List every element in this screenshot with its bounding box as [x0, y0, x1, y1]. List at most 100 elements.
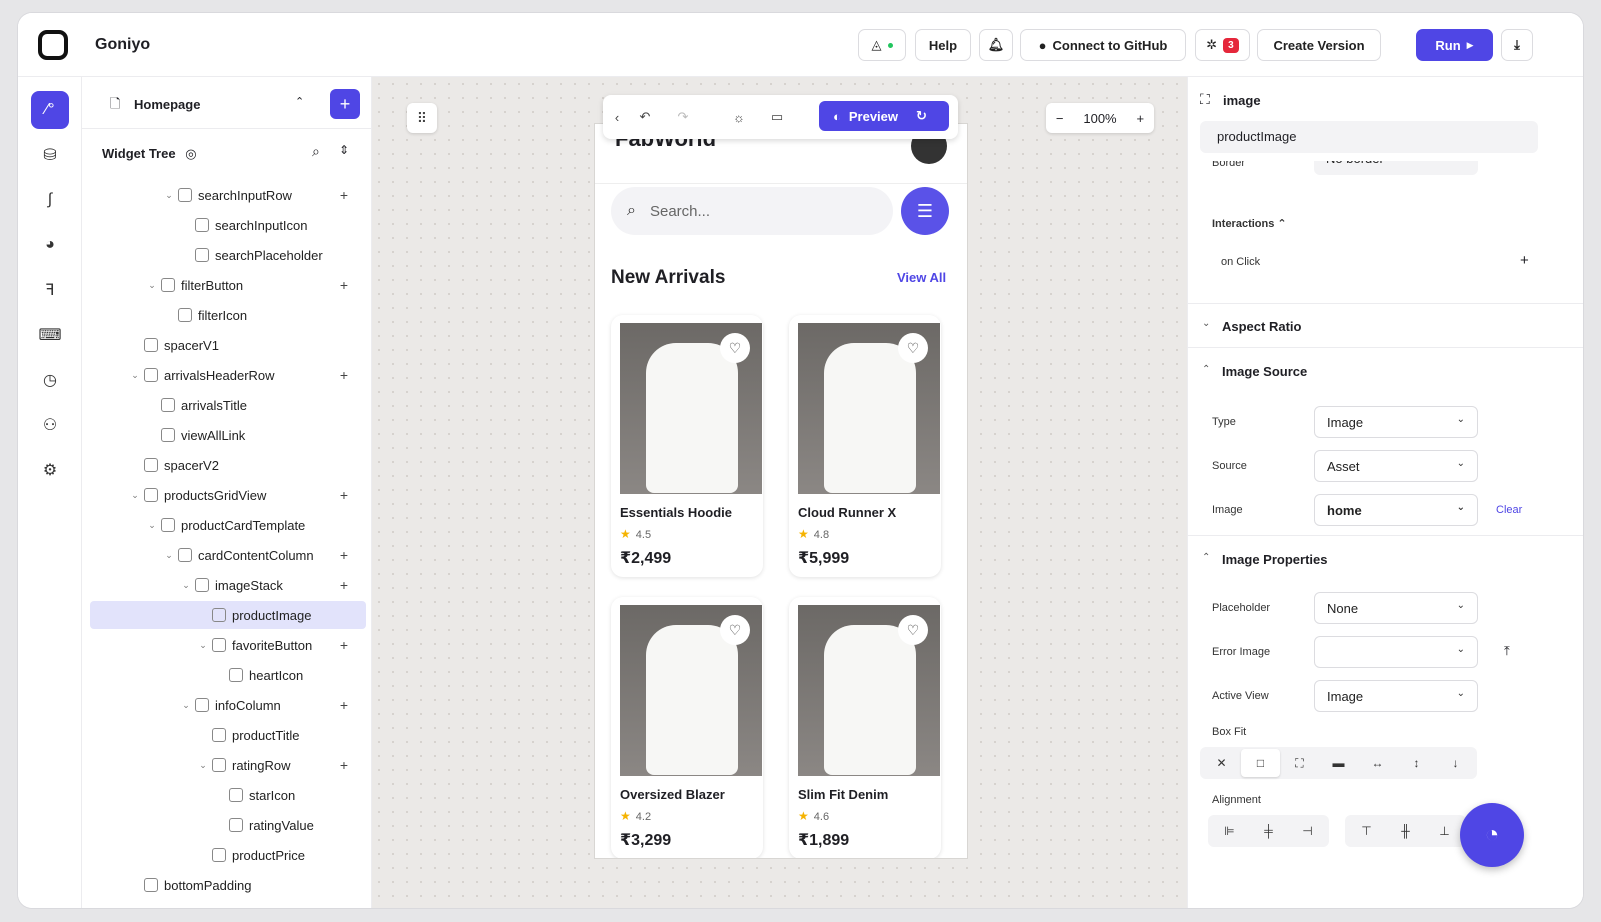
add-child-button[interactable]: +: [340, 757, 348, 773]
widgets-rail-button[interactable]: ⁄°: [31, 91, 69, 129]
favorite-button[interactable]: ♡: [898, 333, 928, 363]
database-rail-button[interactable]: ⛁: [31, 136, 69, 174]
tree-row[interactable]: starIcon: [90, 781, 366, 809]
tree-row[interactable]: ratingValue: [90, 811, 366, 839]
box-fit-scale-down-icon[interactable]: ↓: [1436, 749, 1475, 777]
placeholder-select[interactable]: None ⌄: [1314, 592, 1478, 624]
notifications-button[interactable]: 🔔︎: [979, 29, 1013, 61]
grid-toggle-button[interactable]: ⠿: [407, 103, 437, 133]
page-selector[interactable]: 🗋︎ Homepage ⌃ +: [82, 77, 372, 129]
design-canvas[interactable]: ⠿ − 100% + ‹ ↶ ↷ ☼ ▭ ◐ Preview ↻ FabWorl…: [372, 77, 1187, 908]
add-child-button[interactable]: +: [340, 547, 348, 563]
tree-expand-icon[interactable]: ⌄: [128, 370, 142, 381]
tree-expand-icon[interactable]: ⌄: [196, 760, 210, 771]
product-card[interactable]: ♡ Slim Fit Denim ★ 4.6 ₹1,899: [789, 597, 941, 858]
align-right-icon[interactable]: ⊣: [1288, 817, 1327, 845]
tree-row[interactable]: viewAllLink: [90, 421, 366, 449]
tree-expand-icon[interactable]: ⌄: [162, 190, 176, 201]
type-select[interactable]: Image ⌄: [1314, 406, 1478, 438]
theme-rail-button[interactable]: ◕: [31, 226, 69, 264]
favorite-button[interactable]: ♡: [898, 615, 928, 645]
aspect-ratio-section[interactable]: ⌄ Aspect Ratio: [1188, 303, 1583, 347]
refresh-icon[interactable]: ↻: [916, 108, 927, 124]
product-card[interactable]: ♡ Cloud Runner X ★ 4.8 ₹5,999: [789, 315, 941, 577]
tree-row[interactable]: arrivalsTitle: [90, 391, 366, 419]
help-button[interactable]: Help: [915, 29, 971, 61]
tree-row[interactable]: ⌄ arrivalsHeaderRow +: [90, 361, 366, 389]
tree-row[interactable]: productImage: [90, 601, 366, 629]
add-child-button[interactable]: +: [340, 277, 348, 293]
interactions-header[interactable]: Interactions ⌃: [1212, 217, 1287, 230]
tree-row[interactable]: ⌄ searchInputRow +: [90, 181, 366, 209]
tree-row[interactable]: spacerV2: [90, 451, 366, 479]
align-left-icon[interactable]: ⊫: [1210, 817, 1249, 845]
redo-button[interactable]: ↷: [671, 105, 695, 129]
tree-row[interactable]: productPrice: [90, 841, 366, 869]
tree-row[interactable]: ⌄ favoriteButton +: [90, 631, 366, 659]
status-button[interactable]: ◬: [858, 29, 906, 61]
align-top-icon[interactable]: ⊤: [1347, 817, 1386, 845]
active-view-select[interactable]: Image ⌄: [1314, 680, 1478, 712]
product-image[interactable]: ♡: [798, 605, 940, 776]
device-button[interactable]: ▭: [765, 105, 789, 129]
target-icon[interactable]: ◎: [185, 146, 196, 161]
align-center-icon[interactable]: ╪: [1249, 817, 1288, 845]
tree-expand-icon[interactable]: ⌄: [196, 640, 210, 651]
add-page-button[interactable]: +: [330, 89, 360, 119]
chevron-up-icon[interactable]: ⌃: [295, 95, 304, 108]
zoom-out-button[interactable]: −: [1056, 111, 1064, 126]
search-input[interactable]: ⌕ Search...: [611, 187, 893, 235]
product-image[interactable]: ♡: [620, 323, 762, 494]
widget-name-field[interactable]: productImage: [1200, 121, 1538, 153]
tree-row[interactable]: searchPlaceholder: [90, 241, 366, 269]
add-child-button[interactable]: +: [340, 367, 348, 383]
debug-button[interactable]: ✲ 3: [1195, 29, 1250, 61]
download-button[interactable]: ⤓: [1501, 29, 1533, 61]
product-image[interactable]: ♡: [620, 605, 762, 776]
settings-rail-button[interactable]: ⚙: [31, 451, 69, 489]
product-image[interactable]: ♡: [798, 323, 940, 494]
tree-row[interactable]: spacerV1: [90, 331, 366, 359]
add-child-button[interactable]: +: [340, 487, 348, 503]
preview-button[interactable]: ◐ Preview ↻: [819, 101, 949, 131]
filter-button[interactable]: ☰: [901, 187, 949, 235]
tree-expand-icon[interactable]: ⌄: [128, 490, 142, 501]
tree-row[interactable]: ⌄ ratingRow +: [90, 751, 366, 779]
theme-toggle-button[interactable]: ☼: [727, 105, 751, 129]
tree-row[interactable]: ⌄ productCardTemplate: [90, 511, 366, 539]
add-child-button[interactable]: +: [340, 697, 348, 713]
tree-row[interactable]: ⌄ productsGridView +: [90, 481, 366, 509]
logic-rail-button[interactable]: ∫: [31, 181, 69, 219]
tree-row[interactable]: ⌄ infoColumn +: [90, 691, 366, 719]
back-button[interactable]: ‹: [605, 105, 629, 129]
tree-expand-icon[interactable]: ⌄: [145, 520, 159, 531]
create-version-button[interactable]: Create Version: [1257, 29, 1381, 61]
zoom-in-button[interactable]: +: [1136, 111, 1144, 126]
chevron-up-icon[interactable]: ⌃: [1202, 364, 1210, 375]
border-select[interactable]: No border: [1314, 161, 1478, 175]
box-fit-none-icon[interactable]: ✕: [1202, 749, 1241, 777]
chevron-up-icon[interactable]: ⌃: [1202, 552, 1210, 563]
box-fit-width-icon[interactable]: ↔: [1358, 749, 1397, 777]
add-child-button[interactable]: +: [340, 187, 348, 203]
expand-collapse-icon[interactable]: ⇕: [339, 143, 349, 157]
box-fit-cover-icon[interactable]: ⛶: [1280, 749, 1319, 777]
tree-row[interactable]: ⌄ cardContentColumn +: [90, 541, 366, 569]
tree-row[interactable]: searchInputIcon: [90, 211, 366, 239]
view-all-link[interactable]: View All: [897, 270, 946, 285]
error-image-select[interactable]: ⌄: [1314, 636, 1478, 668]
add-child-button[interactable]: +: [340, 637, 348, 653]
tree-row[interactable]: productTitle: [90, 721, 366, 749]
tree-expand-icon[interactable]: ⌄: [179, 580, 193, 591]
product-card[interactable]: ♡ Essentials Hoodie ★ 4.5 ₹2,499: [611, 315, 763, 577]
box-fit-contain-icon[interactable]: □: [1241, 749, 1280, 777]
align-bottom-icon[interactable]: ⊥: [1425, 817, 1464, 845]
align-middle-icon[interactable]: ╫: [1386, 817, 1425, 845]
tree-expand-icon[interactable]: ⌄: [145, 280, 159, 291]
box-fit-height-icon[interactable]: ↕: [1397, 749, 1436, 777]
tree-row[interactable]: heartIcon: [90, 661, 366, 689]
upload-icon[interactable]: ⤒: [1504, 643, 1510, 659]
tree-row[interactable]: ⌄ imageStack +: [90, 571, 366, 599]
app-logo-icon[interactable]: [38, 30, 68, 60]
team-rail-button[interactable]: ⚇: [31, 406, 69, 444]
